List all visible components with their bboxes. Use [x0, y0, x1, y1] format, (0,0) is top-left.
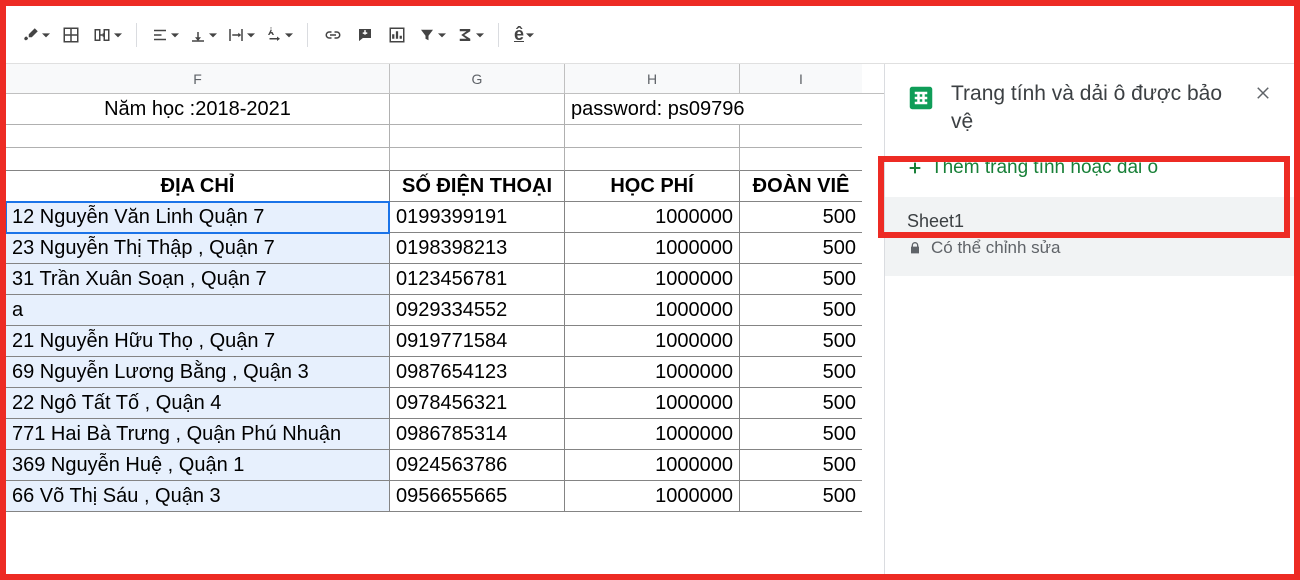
cell-member[interactable]: 500 [740, 419, 862, 450]
cell-phone[interactable]: 0198398213 [390, 233, 565, 264]
paint-format-button[interactable] [18, 20, 54, 50]
cell-fee[interactable]: 1000000 [565, 450, 740, 481]
cell-title-left[interactable]: Năm học :2018-2021 [6, 94, 390, 125]
protected-range-card[interactable]: Sheet1 Có thể chỉnh sửa [885, 197, 1294, 276]
cell-fee[interactable]: 1000000 [565, 357, 740, 388]
table-row[interactable]: 22 Ngô Tất Tố , Quận 4097845632110000005… [6, 388, 884, 419]
cell-member[interactable]: 500 [740, 295, 862, 326]
insert-comment-button[interactable] [350, 20, 380, 50]
header-fee[interactable]: HỌC PHÍ [565, 171, 740, 202]
cell-phone[interactable]: 0986785314 [390, 419, 565, 450]
add-link-label: Thêm trang tính hoặc dải ô [931, 157, 1158, 179]
lock-icon [907, 240, 923, 256]
functions-button[interactable] [452, 20, 488, 50]
table-row[interactable]: 69 Nguyễn Lương Bằng , Quận 309876541231… [6, 357, 884, 388]
table-row[interactable]: 23 Nguyễn Thị Thập , Quận 70198398213100… [6, 233, 884, 264]
cell-fee[interactable]: 1000000 [565, 233, 740, 264]
protect-sheets-panel: Trang tính và dải ô được bảo vệ Thêm tra… [884, 64, 1294, 574]
cell-fee[interactable]: 1000000 [565, 388, 740, 419]
panel-close-button[interactable] [1250, 80, 1276, 111]
table-row[interactable]: 21 Nguyễn Hữu Thọ , Quận 709197715841000… [6, 326, 884, 357]
cell-phone[interactable]: 0919771584 [390, 326, 565, 357]
input-tools-button[interactable]: ê [509, 20, 539, 50]
cell-fee[interactable]: 1000000 [565, 326, 740, 357]
insert-link-button[interactable] [318, 20, 348, 50]
cell-fee[interactable]: 1000000 [565, 264, 740, 295]
cell-member[interactable]: 500 [740, 233, 862, 264]
cell-address[interactable]: a [6, 295, 390, 326]
protected-range-name: Sheet1 [907, 211, 1272, 232]
cell-phone[interactable]: 0987654123 [390, 357, 565, 388]
spreadsheet-grid[interactable]: F G H I Năm học :2018-2021 password: ps0… [6, 64, 884, 574]
merge-cells-button[interactable] [88, 20, 126, 50]
cell-member[interactable]: 500 [740, 450, 862, 481]
vertical-align-button[interactable] [185, 20, 221, 50]
cell-member[interactable]: 500 [740, 357, 862, 388]
cell-address[interactable]: 31 Trần Xuân Soạn , Quận 7 [6, 264, 390, 295]
cell-member[interactable]: 500 [740, 264, 862, 295]
cell-address[interactable]: 369 Nguyễn Huệ , Quận 1 [6, 450, 390, 481]
protected-range-sub: Có thể chỉnh sửa [931, 238, 1061, 258]
text-wrap-button[interactable] [223, 20, 259, 50]
table-row[interactable]: 66 Võ Thị Sáu , Quận 3095665566510000005… [6, 481, 884, 512]
column-headers[interactable]: F G H I [6, 64, 884, 94]
sheets-app-icon [903, 80, 939, 116]
panel-title: Trang tính và dải ô được bảo vệ [951, 80, 1238, 137]
table-row[interactable]: 369 Nguyễn Huệ , Quận 109245637861000000… [6, 450, 884, 481]
cell-phone[interactable]: 0929334552 [390, 295, 565, 326]
col-header-I[interactable]: I [740, 64, 862, 93]
cell-address[interactable]: 12 Nguyễn Văn Linh Quận 7 [6, 202, 390, 233]
add-protected-range-link[interactable]: Thêm trang tính hoặc dải ô [885, 149, 1294, 197]
insert-chart-button[interactable] [382, 20, 412, 50]
col-header-F[interactable]: F [6, 64, 390, 93]
cell-address[interactable]: 22 Ngô Tất Tố , Quận 4 [6, 388, 390, 419]
text-rotation-button[interactable] [261, 20, 297, 50]
table-row[interactable]: 31 Trần Xuân Soạn , Quận 701234567811000… [6, 264, 884, 295]
cell-empty[interactable] [390, 94, 565, 125]
horizontal-align-button[interactable] [147, 20, 183, 50]
cell-fee[interactable]: 1000000 [565, 295, 740, 326]
toolbar: ê [6, 6, 1294, 64]
plus-icon [907, 160, 923, 176]
table-row[interactable]: 771 Hai Bà Trưng , Quận Phú Nhuận0986785… [6, 419, 884, 450]
cell-fee[interactable]: 1000000 [565, 202, 740, 233]
col-header-G[interactable]: G [390, 64, 565, 93]
borders-button[interactable] [56, 20, 86, 50]
cell-address[interactable]: 23 Nguyễn Thị Thập , Quận 7 [6, 233, 390, 264]
table-row[interactable]: a09293345521000000500 [6, 295, 884, 326]
cell-address[interactable]: 69 Nguyễn Lương Bằng , Quận 3 [6, 357, 390, 388]
cell-member[interactable]: 500 [740, 481, 862, 512]
cell-phone[interactable]: 0123456781 [390, 264, 565, 295]
cell-address[interactable]: 21 Nguyễn Hữu Thọ , Quận 7 [6, 326, 390, 357]
cell-address[interactable]: 66 Võ Thị Sáu , Quận 3 [6, 481, 390, 512]
cell-phone[interactable]: 0199399191 [390, 202, 565, 233]
cell-phone[interactable]: 0978456321 [390, 388, 565, 419]
cell-fee[interactable]: 1000000 [565, 419, 740, 450]
cell-member[interactable]: 500 [740, 326, 862, 357]
cell-phone[interactable]: 0924563786 [390, 450, 565, 481]
cell-member[interactable]: 500 [740, 388, 862, 419]
cell-title-right[interactable]: password: ps09796 [565, 94, 862, 125]
table-row[interactable]: 12 Nguyễn Văn Linh Quận 7019939919110000… [6, 202, 884, 233]
header-phone[interactable]: SỐ ĐIỆN THOẠI [390, 171, 565, 202]
cell-phone[interactable]: 0956655665 [390, 481, 565, 512]
filter-button[interactable] [414, 20, 450, 50]
header-member[interactable]: ĐOÀN VIÊ [740, 171, 862, 202]
col-header-H[interactable]: H [565, 64, 740, 93]
cell-address[interactable]: 771 Hai Bà Trưng , Quận Phú Nhuận [6, 419, 390, 450]
cell-fee[interactable]: 1000000 [565, 481, 740, 512]
cell-member[interactable]: 500 [740, 202, 862, 233]
header-address[interactable]: ĐỊA CHỈ [6, 171, 390, 202]
